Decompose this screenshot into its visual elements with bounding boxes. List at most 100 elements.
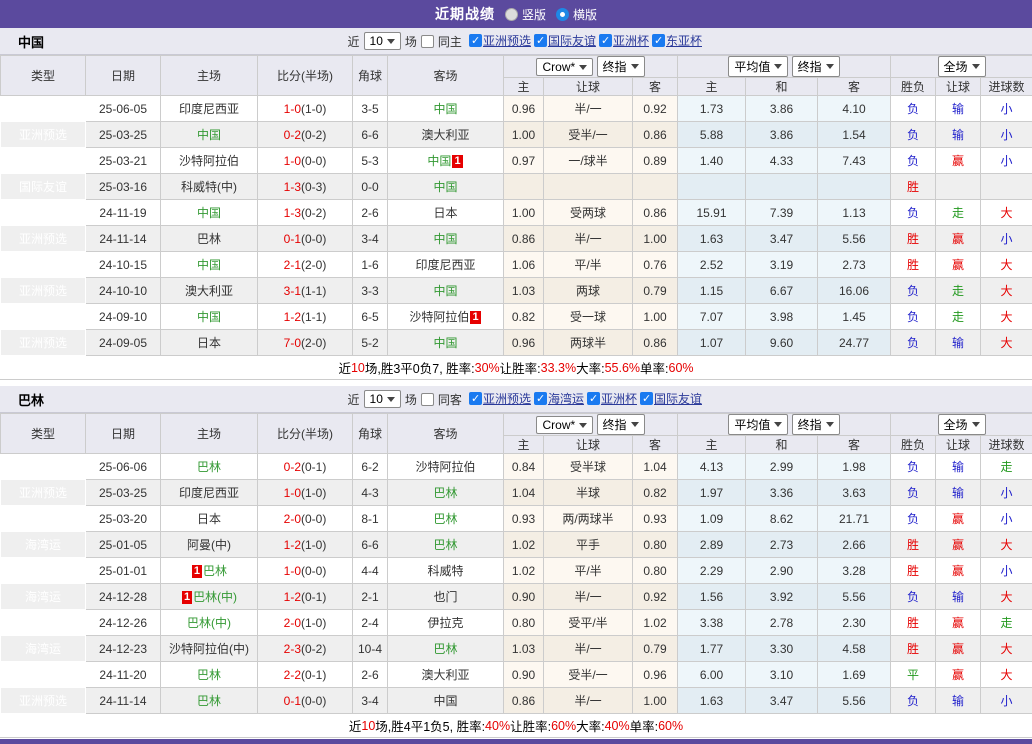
outcome-result-text: 负 (907, 284, 919, 298)
match-date: 25-03-25 (86, 480, 161, 506)
games-count-select[interactable]: 10 (364, 32, 401, 50)
competition-filters: 亚洲预选海湾运亚洲杯国际友谊 (466, 390, 702, 408)
odds-group-header: Crow* 终指 (504, 56, 678, 78)
team-name: 中国 (197, 258, 221, 272)
competition-label: 国际友谊 (654, 390, 702, 407)
competition-badge: 国际友谊 (1, 174, 86, 200)
summary-text: 场,胜3平0负7, 胜率: (365, 358, 475, 377)
corners-cell: 3-3 (353, 278, 388, 304)
competition-checkbox[interactable] (534, 34, 547, 47)
avg-time-select[interactable]: 终指 (792, 414, 840, 435)
team-name: 巴林 (197, 460, 221, 474)
avg-type-select[interactable]: 平均值 (728, 56, 788, 77)
avg-type-select[interactable]: 平均值 (728, 414, 788, 435)
match-row: 国际友谊25-03-16科威特(中)1-3(0-3)0-0中国胜 (1, 174, 1032, 200)
competition-label: 海湾运 (548, 390, 584, 407)
odds-company-select[interactable]: Crow* (536, 58, 593, 76)
score-cell: 1-0(0-0) (258, 148, 353, 174)
full-time-score: 2-0 (284, 512, 301, 526)
away-team: 中国 (388, 688, 504, 714)
layout-radio-horizontal[interactable]: 横版 (556, 6, 597, 23)
same-venue-checkbox[interactable] (421, 393, 434, 406)
odds-away: 0.92 (633, 96, 678, 122)
competition-filter[interactable]: 海湾运 (534, 390, 584, 407)
match-date: 24-12-23 (86, 636, 161, 662)
handicap-result: 走 (936, 304, 981, 330)
competition-badge: 亚洲预选 (1, 330, 86, 356)
competition-filter[interactable]: 亚洲预选 (469, 390, 531, 407)
avg-time-select[interactable]: 终指 (792, 56, 840, 77)
summary-text: 让胜率: (510, 716, 551, 735)
same-venue-checkbox[interactable] (421, 35, 434, 48)
radio-checked-icon[interactable] (556, 8, 569, 21)
avg-home: 5.88 (678, 122, 746, 148)
competition-filter[interactable]: 亚洲杯 (599, 32, 649, 49)
odds-home: 0.84 (504, 454, 544, 480)
count-badge: 1 (192, 565, 202, 578)
home-team: 1巴林 (161, 558, 258, 584)
full-time-score: 0-1 (284, 232, 301, 246)
avg-draw: 3.98 (746, 304, 818, 330)
competition-filter[interactable]: 国际友谊 (640, 390, 702, 407)
summary-text: 10 (351, 361, 365, 375)
summary-text: 40% (605, 719, 630, 733)
odds-home: 0.93 (504, 506, 544, 532)
odds-handicap: 平/半 (544, 252, 633, 278)
odds-handicap: 两球半 (544, 330, 633, 356)
competition-badge: 海湾运 (1, 532, 86, 558)
odds-home: 1.06 (504, 252, 544, 278)
score-cell: 7-0(2-0) (258, 330, 353, 356)
match-row: 亚洲预选24-11-14巴林0-1(0-0)3-4中国0.86半/一1.001.… (1, 688, 1032, 714)
team-name: 澳大利亚 (421, 668, 469, 682)
competition-filter[interactable]: 亚洲杯 (587, 390, 637, 407)
outcome-result: 负 (891, 480, 936, 506)
match-date: 25-01-01 (86, 558, 161, 584)
odds-handicap: 受半球 (544, 454, 633, 480)
competition-checkbox[interactable] (652, 34, 665, 47)
chevron-down-icon (579, 65, 587, 70)
competition-filter[interactable]: 东亚杯 (652, 32, 702, 49)
team-name: 巴林 (433, 486, 457, 500)
scope-select[interactable]: 全场 (938, 414, 986, 435)
handicap-result-text: 输 (952, 694, 964, 708)
competition-checkbox[interactable] (534, 392, 547, 405)
chevron-down-icon (826, 422, 834, 427)
home-team: 日本 (161, 330, 258, 356)
match-row: 亚洲预选24-09-10中国1-2(1-1)6-5沙特阿拉伯10.82受一球1.… (1, 304, 1032, 330)
competition-checkbox[interactable] (469, 392, 482, 405)
match-row: 海湾运24-12-23沙特阿拉伯(中)2-3(0-2)10-4巴林1.03半/一… (1, 636, 1032, 662)
scope-select[interactable]: 全场 (938, 56, 986, 77)
competition-checkbox[interactable] (640, 392, 653, 405)
competition-checkbox[interactable] (469, 34, 482, 47)
match-row: 亚洲预选24-10-10澳大利亚3-1(1-1)3-3中国1.03两球0.791… (1, 278, 1032, 304)
match-row: 亚洲预选24-11-19中国1-3(0-2)2-6日本1.00受两球0.8615… (1, 200, 1032, 226)
half-time-score: (1-0) (301, 538, 326, 552)
odds-time-select[interactable]: 终指 (597, 414, 645, 435)
away-team: 中国 (388, 330, 504, 356)
avg-draw: 3.86 (746, 122, 818, 148)
odds-handicap: 两/两球半 (544, 506, 633, 532)
topbar: 近期战绩 竖版 横版 (0, 0, 1032, 28)
outcome-result-text: 负 (907, 128, 919, 142)
match-row: 亚洲预选24-11-14巴林0-1(0-0)3-4中国0.86半/一1.001.… (1, 226, 1032, 252)
avg-draw: 3.19 (746, 252, 818, 278)
outcome-result-text: 负 (907, 336, 919, 350)
layout-radio-vertical[interactable]: 竖版 (505, 6, 546, 23)
competition-badge: 海湾运 (1, 558, 86, 584)
competition-checkbox[interactable] (587, 392, 600, 405)
competition-filter[interactable]: 国际友谊 (534, 32, 596, 49)
goals-result-text: 小 (1001, 102, 1013, 116)
competition-label: 亚洲预选 (483, 390, 531, 407)
half-time-score: (0-1) (301, 668, 326, 682)
competition-checkbox[interactable] (599, 34, 612, 47)
avg-home: 1.15 (678, 278, 746, 304)
col-header-away: 客场 (388, 414, 504, 454)
team-name: 中国 (433, 232, 457, 246)
odds-time-select[interactable]: 终指 (597, 56, 645, 77)
odds-company-select[interactable]: Crow* (536, 416, 593, 434)
radio-unchecked-icon[interactable] (505, 8, 518, 21)
competition-filter[interactable]: 亚洲预选 (469, 32, 531, 49)
team-name: 澳大利亚 (421, 128, 469, 142)
games-count-select[interactable]: 10 (364, 390, 401, 408)
half-time-score: (0-0) (301, 154, 326, 168)
